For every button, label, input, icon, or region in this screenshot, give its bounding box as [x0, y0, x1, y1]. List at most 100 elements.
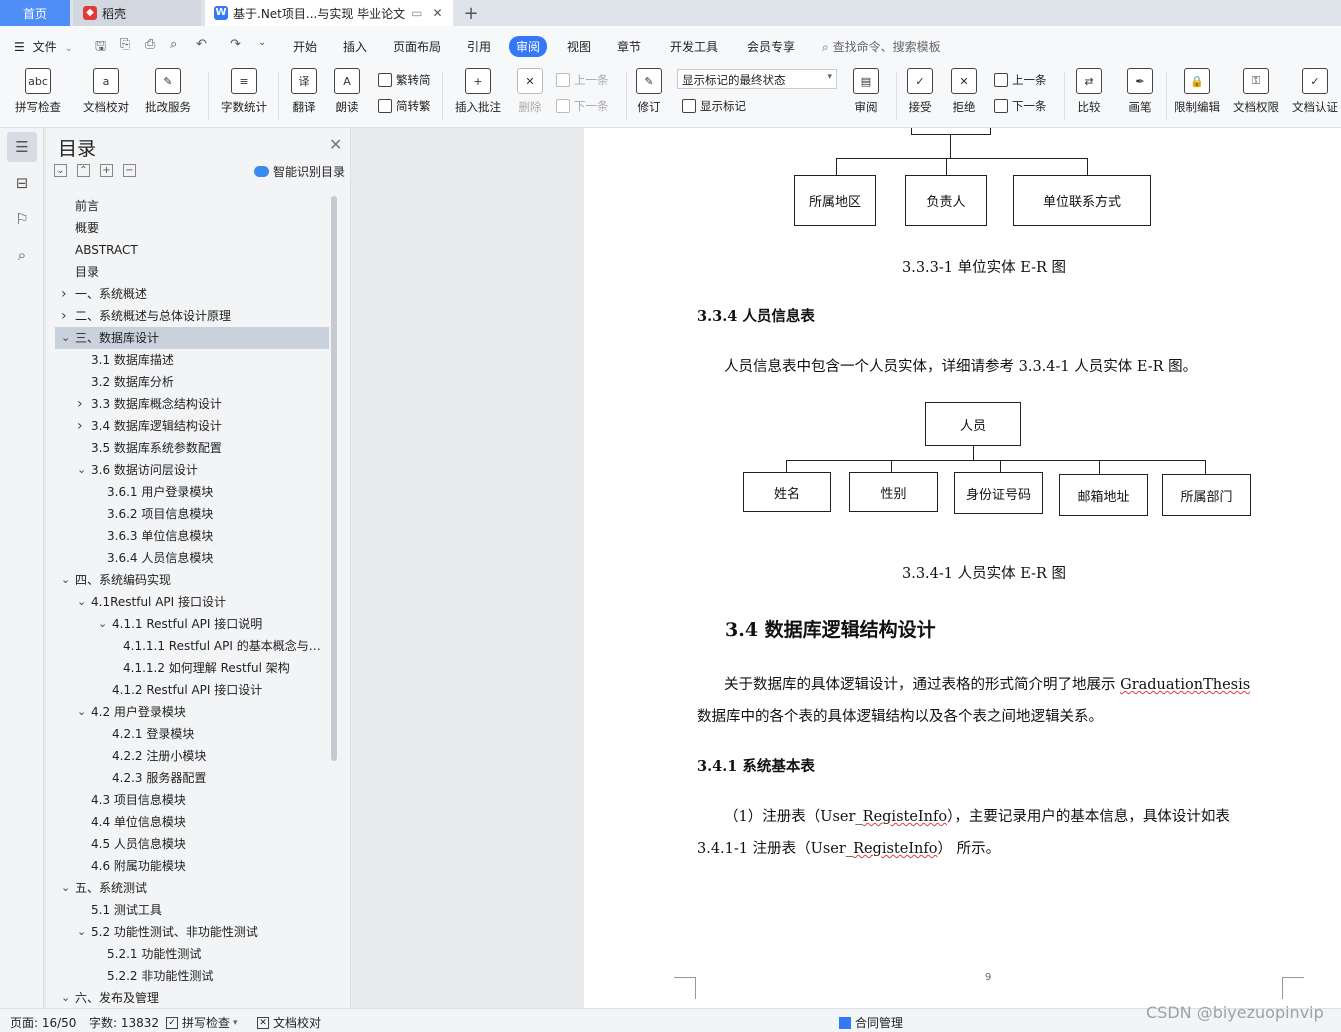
- contract-manage-button[interactable]: 合同管理: [839, 1014, 903, 1031]
- tab-daoke[interactable]: ◆ 稻壳: [73, 0, 201, 26]
- menu-start[interactable]: 开始: [293, 38, 317, 55]
- word-count-button[interactable]: ≡ 字数统计: [212, 68, 276, 115]
- chevron-down-icon[interactable]: ⌄: [61, 987, 70, 1009]
- doc-proof-button[interactable]: a 文档校对: [74, 68, 138, 115]
- restrict-edit-button[interactable]: 🔒 限制编辑: [1165, 68, 1229, 115]
- chevron-down-icon[interactable]: ⌄: [61, 569, 70, 591]
- toc-item[interactable]: 5.1 测试工具: [55, 899, 329, 921]
- toc-item[interactable]: 5.2.1 功能性测试: [55, 943, 329, 965]
- menu-page-layout[interactable]: 页面布局: [393, 38, 441, 55]
- menu-dev-tools[interactable]: 开发工具: [670, 38, 718, 55]
- toc-item[interactable]: ⌄ 六、发布及管理: [55, 987, 329, 1009]
- tab-home[interactable]: 首页: [0, 0, 70, 26]
- chevron-right-icon[interactable]: ›: [61, 305, 67, 327]
- toc-item[interactable]: ⌄ 4.2 用户登录模块: [55, 701, 329, 723]
- tab-document[interactable]: W 基于.Net项目...与实现 毕业论文 ▭ ✕: [205, 0, 453, 26]
- toc-item[interactable]: 3.6.3 单位信息模块: [55, 525, 329, 547]
- command-search[interactable]: ⌕ 查找命令、搜索模板: [822, 38, 941, 55]
- chevron-down-icon[interactable]: ⌄: [61, 327, 70, 349]
- toc-item[interactable]: 3.2 数据库分析: [55, 371, 329, 393]
- toc-item[interactable]: ⌄ 五、系统测试: [55, 877, 329, 899]
- add-heading-icon[interactable]: +: [100, 164, 113, 177]
- close-icon[interactable]: ✕: [432, 6, 442, 20]
- toc-item[interactable]: 3.1 数据库描述: [55, 349, 329, 371]
- chevron-down-icon[interactable]: ⌄: [258, 37, 266, 48]
- next-comment-button[interactable]: 下一条: [556, 98, 609, 114]
- menu-insert[interactable]: 插入: [343, 38, 367, 55]
- toc-scrollbar[interactable]: [331, 196, 337, 761]
- toc-item[interactable]: ⌄ 三、数据库设计: [55, 327, 329, 349]
- toc-item[interactable]: 3.6.4 人员信息模块: [55, 547, 329, 569]
- toc-item[interactable]: 3.5 数据库系统参数配置: [55, 437, 329, 459]
- toc-item[interactable]: › 3.3 数据库概念结构设计: [55, 393, 329, 415]
- toc-item[interactable]: 4.2.3 服务器配置: [55, 767, 329, 789]
- undo-icon[interactable]: ↶: [196, 37, 207, 52]
- toc-item[interactable]: 概要: [55, 217, 329, 239]
- batch-service-button[interactable]: ✎ 批改服务: [136, 68, 200, 115]
- navigation-icon[interactable]: ⊟: [7, 168, 37, 198]
- menu-chapter[interactable]: 章节: [617, 38, 641, 55]
- print-preview-icon[interactable]: ⌕: [170, 37, 177, 52]
- trad-to-simp-button[interactable]: 繁转简: [378, 72, 431, 88]
- toc-item[interactable]: 目录: [55, 261, 329, 283]
- menu-reference[interactable]: 引用: [467, 38, 491, 55]
- toc-item[interactable]: 4.2.1 登录模块: [55, 723, 329, 745]
- toc-item[interactable]: › 3.4 数据库逻辑结构设计: [55, 415, 329, 437]
- chevron-right-icon[interactable]: ›: [61, 283, 67, 305]
- toc-item[interactable]: 4.5 人员信息模块: [55, 833, 329, 855]
- search-icon[interactable]: ⌕: [7, 240, 37, 270]
- toc-item[interactable]: 3.6.1 用户登录模块: [55, 481, 329, 503]
- doc-permission-button[interactable]: ⚿ 文档权限: [1224, 68, 1288, 115]
- doc-cert-button[interactable]: ✓ 文档认证: [1283, 68, 1341, 115]
- toc-item[interactable]: 3.6.2 项目信息模块: [55, 503, 329, 525]
- toc-item[interactable]: 4.1.1.1 Restful API 的基本概念与…: [55, 635, 329, 657]
- toc-item[interactable]: 前言: [55, 195, 329, 217]
- expand-up-icon[interactable]: ⌃: [77, 164, 90, 177]
- toc-item[interactable]: ⌄ 4.1.1 Restful API 接口说明: [55, 613, 329, 635]
- word-count-indicator[interactable]: 字数: 13832: [89, 1014, 159, 1031]
- next-change-button[interactable]: 下一条: [994, 98, 1047, 114]
- chevron-down-icon[interactable]: ⌄: [77, 921, 86, 943]
- toc-icon[interactable]: ☰: [7, 132, 37, 162]
- toc-item[interactable]: 4.6 附属功能模块: [55, 855, 329, 877]
- delete-comment-button[interactable]: ✕ 删除: [498, 68, 562, 115]
- toc-item[interactable]: › 一、系统概述: [55, 283, 329, 305]
- menu-review[interactable]: 审阅: [509, 36, 548, 57]
- toc-item[interactable]: ⌄ 3.6 数据访问层设计: [55, 459, 329, 481]
- read-aloud-button[interactable]: A 朗读: [315, 68, 379, 115]
- spell-check-button[interactable]: abc 拼写检查: [6, 68, 70, 115]
- remove-heading-icon[interactable]: −: [123, 164, 136, 177]
- chevron-down-icon[interactable]: ⌄: [77, 591, 86, 613]
- show-markup-button[interactable]: 显示标记: [682, 98, 746, 114]
- chevron-down-icon[interactable]: ⌄: [98, 613, 107, 635]
- print-icon[interactable]: ⎙: [145, 37, 155, 52]
- page-indicator[interactable]: 页面: 16/50: [10, 1014, 76, 1031]
- toc-item[interactable]: › 二、系统概述与总体设计原理: [55, 305, 329, 327]
- bookmark-icon[interactable]: ⚐: [7, 204, 37, 234]
- close-icon[interactable]: ✕: [329, 135, 342, 154]
- chevron-right-icon[interactable]: ›: [77, 415, 83, 437]
- chevron-down-icon[interactable]: ⌄: [77, 701, 86, 723]
- smart-toc-button[interactable]: 智能识别目录: [254, 163, 345, 180]
- toc-item[interactable]: ⌄ 四、系统编码实现: [55, 569, 329, 591]
- simp-to-trad-button[interactable]: 简转繁: [378, 98, 431, 114]
- pen-button[interactable]: ✒ 画笔: [1108, 68, 1172, 115]
- status-spell-check[interactable]: ✓ 拼写检查 ▾: [166, 1014, 238, 1031]
- save-icon[interactable]: 🖫: [95, 37, 106, 59]
- redo-icon[interactable]: ↷: [230, 37, 241, 52]
- track-changes-button[interactable]: ✎ 修订: [617, 68, 681, 115]
- status-doc-proof[interactable]: ✕ 文档校对: [257, 1014, 321, 1031]
- file-menu[interactable]: ☰ 文件 ⌄: [14, 38, 73, 55]
- toc-item[interactable]: 5.2.2 非功能性测试: [55, 965, 329, 987]
- chevron-right-icon[interactable]: ›: [77, 393, 83, 415]
- export-icon[interactable]: ⎘: [120, 37, 130, 52]
- menu-view[interactable]: 视图: [567, 38, 591, 55]
- markup-state-select[interactable]: 显示标记的最终状态 ▾: [677, 69, 837, 89]
- prev-change-button[interactable]: 上一条: [994, 72, 1047, 88]
- toc-item[interactable]: ABSTRACT: [55, 239, 329, 261]
- chevron-down-icon[interactable]: ⌄: [61, 877, 70, 899]
- menu-member[interactable]: 会员专享: [747, 38, 795, 55]
- chevron-down-icon[interactable]: ⌄: [77, 459, 86, 481]
- toc-item[interactable]: 4.1.2 Restful API 接口设计: [55, 679, 329, 701]
- window-icon[interactable]: ▭: [411, 6, 422, 20]
